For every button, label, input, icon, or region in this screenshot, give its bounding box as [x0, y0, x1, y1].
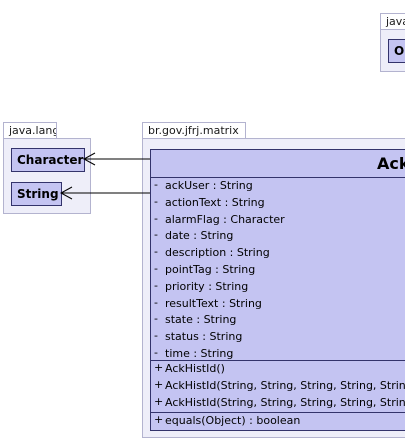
association-arrows: [59, 152, 150, 200]
